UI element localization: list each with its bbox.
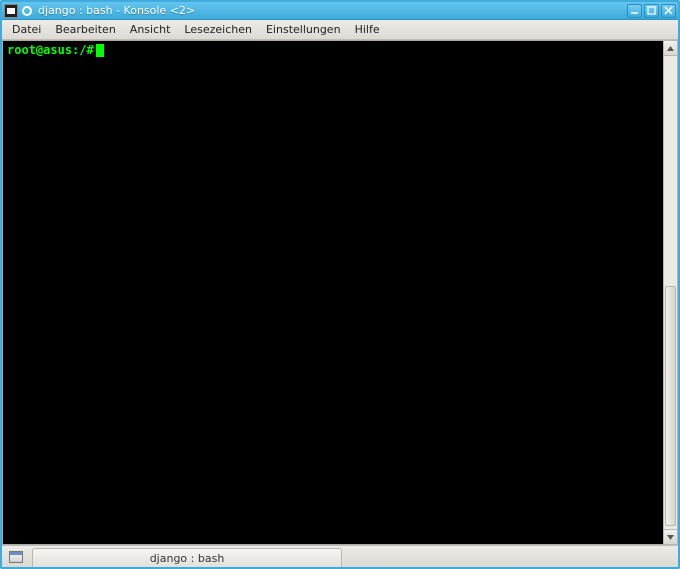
tab-django-bash[interactable]: django : bash (32, 548, 342, 567)
close-button[interactable] (661, 4, 676, 18)
system-menu-icon[interactable] (4, 4, 18, 18)
app-icon (20, 4, 34, 18)
menu-einstellungen[interactable]: Einstellungen (260, 21, 347, 38)
new-tab-button[interactable] (4, 546, 28, 567)
menu-hilfe[interactable]: Hilfe (349, 21, 386, 38)
shell-prompt: root@asus:/# (7, 43, 94, 58)
menu-bearbeiten[interactable]: Bearbeiten (49, 21, 121, 38)
scroll-thumb[interactable] (665, 286, 676, 526)
minimize-button[interactable] (627, 4, 642, 18)
menubar: Datei Bearbeiten Ansicht Lesezeichen Ein… (2, 20, 678, 40)
cursor-icon (96, 44, 104, 57)
vertical-scrollbar[interactable] (663, 40, 678, 545)
scroll-down-button[interactable] (664, 529, 677, 544)
maximize-button[interactable] (644, 4, 659, 18)
tabbar: django : bash (2, 545, 678, 567)
menu-lesezeichen[interactable]: Lesezeichen (178, 21, 258, 38)
scroll-up-button[interactable] (664, 41, 677, 56)
window-title: django : bash - Konsole <2> (38, 4, 627, 17)
tab-label: django : bash (150, 552, 225, 565)
new-tab-icon (9, 551, 23, 563)
prompt-line: root@asus:/# (7, 43, 659, 58)
menu-datei[interactable]: Datei (6, 21, 47, 38)
scroll-track[interactable] (664, 56, 677, 529)
terminal[interactable]: root@asus:/# (2, 40, 663, 545)
konsole-window: django : bash - Konsole <2> Datei Bearbe… (0, 0, 680, 569)
menu-ansicht[interactable]: Ansicht (124, 21, 177, 38)
window-controls (627, 4, 676, 18)
titlebar[interactable]: django : bash - Konsole <2> (2, 2, 678, 20)
terminal-area: root@asus:/# (2, 40, 678, 545)
